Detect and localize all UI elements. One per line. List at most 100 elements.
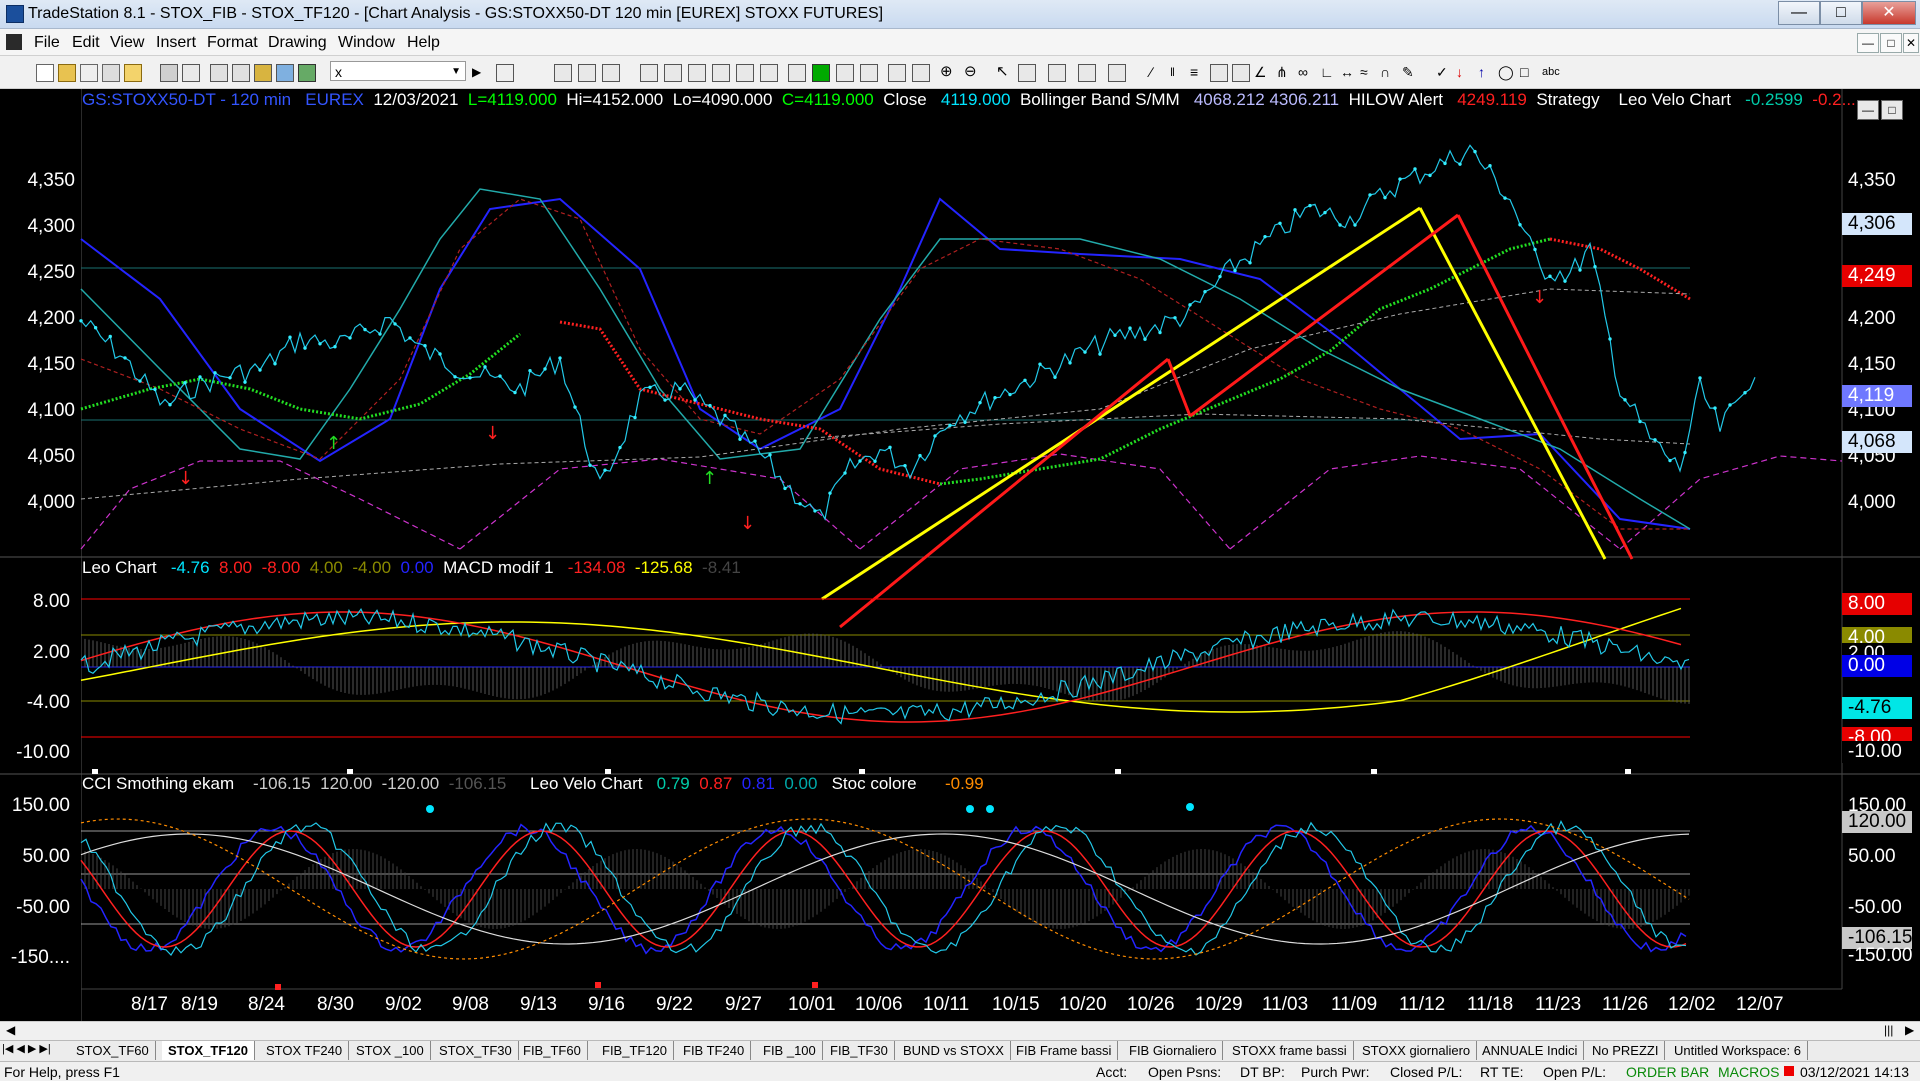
- lock-icon[interactable]: [254, 64, 272, 82]
- settings-icon[interactable]: [1108, 64, 1126, 82]
- arc-icon[interactable]: ∩: [1380, 64, 1396, 80]
- menu-format[interactable]: Format: [207, 34, 258, 52]
- menu-window[interactable]: Window: [338, 34, 395, 52]
- hotlist-icon[interactable]: [664, 64, 682, 82]
- data-window-icon[interactable]: [1078, 64, 1096, 82]
- globe-icon[interactable]: [298, 64, 316, 82]
- doc-close-button[interactable]: ✕: [1903, 33, 1919, 53]
- status-macros[interactable]: MACROS: [1718, 1064, 1779, 1080]
- menu-drawing[interactable]: Drawing: [268, 34, 327, 52]
- grid-icon[interactable]: [860, 64, 878, 82]
- tools-icon-2[interactable]: [1048, 64, 1066, 82]
- close-button[interactable]: ✕: [1862, 1, 1916, 25]
- new-icon[interactable]: [36, 64, 54, 82]
- tab-no-prezzi[interactable]: No PREZZI: [1586, 1041, 1666, 1060]
- tab-stox-tf120[interactable]: STOX_TF120: [162, 1041, 255, 1060]
- horizontal-line-icon[interactable]: ≡: [1190, 64, 1206, 80]
- copy-icon[interactable]: [102, 64, 120, 82]
- print-icon[interactable]: [160, 64, 178, 82]
- tab-fib-frame-bassi[interactable]: FIB Frame bassi: [1010, 1041, 1119, 1060]
- channel-icon[interactable]: [1210, 64, 1228, 82]
- rectangle-icon[interactable]: □: [1520, 64, 1536, 80]
- pane-restore-button[interactable]: □: [1881, 100, 1903, 120]
- folder-icon[interactable]: [124, 64, 142, 82]
- refresh-icon[interactable]: [232, 64, 250, 82]
- pane-minimize-button[interactable]: —: [1857, 100, 1879, 120]
- doc-restore-button[interactable]: □: [1880, 33, 1902, 53]
- menu-edit[interactable]: Edit: [72, 34, 100, 52]
- chart-area[interactable]: ↓ ↓ ↓ ↓ ↑ ↑ GS:STOXX50-DT - 120 min EUREX 12/…: [0, 89, 1920, 1021]
- tab-fib-tf60[interactable]: FIB_TF60: [517, 1041, 588, 1060]
- doc-minimize-button[interactable]: —: [1857, 33, 1879, 53]
- maximize-button[interactable]: □: [1820, 1, 1862, 25]
- speed-line-icon[interactable]: ∞: [1298, 64, 1314, 80]
- pointer-icon[interactable]: ↖: [996, 64, 1012, 80]
- minimize-button[interactable]: —: [1778, 1, 1820, 25]
- gann-icon[interactable]: ∟: [1320, 64, 1336, 80]
- tab-fib-tf120[interactable]: FIB_TF120: [596, 1041, 675, 1060]
- fib-icon[interactable]: [1232, 64, 1250, 82]
- menu-help[interactable]: Help: [407, 34, 440, 52]
- zoom-out-icon[interactable]: ⊖: [964, 64, 980, 80]
- format-icon[interactable]: [210, 64, 228, 82]
- insert-chart-icon[interactable]: [554, 64, 572, 82]
- tools-icon[interactable]: [276, 64, 294, 82]
- up-arrow-icon[interactable]: ↑: [1478, 64, 1494, 80]
- tab-fib-tf30[interactable]: FIB_TF30: [824, 1041, 895, 1060]
- tab-annuale-indici[interactable]: ANNUALE Indici: [1476, 1041, 1585, 1060]
- tab-bund-vs-stoxx[interactable]: BUND vs STOXX: [897, 1041, 1011, 1060]
- bars-icon[interactable]: [836, 64, 854, 82]
- horizontal-arrow-icon[interactable]: ↔: [1340, 64, 1356, 80]
- insert-matrix-icon[interactable]: [602, 64, 620, 82]
- print-preview-icon[interactable]: [182, 64, 200, 82]
- tab-stoxx-giornaliero[interactable]: STOXX giornaliero: [1356, 1041, 1478, 1060]
- vertical-line-icon[interactable]: ‖: [1170, 64, 1186, 80]
- pencil-icon[interactable]: ✎: [1402, 64, 1418, 80]
- tab-nav-icons[interactable]: |◀ ◀ ▶ ▶|: [2, 1042, 51, 1055]
- bar-style-icon[interactable]: [688, 64, 706, 82]
- angle-icon[interactable]: ∠: [1254, 64, 1270, 80]
- cursor-icon[interactable]: [1018, 64, 1036, 82]
- tab-stox-100[interactable]: STOX _100: [350, 1041, 431, 1060]
- open-icon[interactable]: [58, 64, 76, 82]
- check-icon[interactable]: ✓: [1436, 64, 1452, 80]
- tab-stox-tf240[interactable]: STOX TF240: [260, 1041, 350, 1060]
- horizontal-scrollbar[interactable]: ◀ ||| ▶: [0, 1021, 1920, 1040]
- green-chart-icon[interactable]: [812, 64, 830, 82]
- tab-fib-tf240[interactable]: FIB TF240: [677, 1041, 752, 1060]
- menu-view[interactable]: View: [110, 34, 144, 52]
- menu-insert[interactable]: Insert: [156, 34, 196, 52]
- go-arrow-icon[interactable]: ▶: [472, 64, 488, 80]
- alert-icon[interactable]: [760, 64, 778, 82]
- find-icon[interactable]: [496, 64, 514, 82]
- tab-stox-tf30[interactable]: STOX_TF30: [433, 1041, 519, 1060]
- tab-fib-giornaliero[interactable]: FIB Giornaliero: [1123, 1041, 1224, 1060]
- tab-stox-tf60[interactable]: STOX_TF60: [70, 1041, 156, 1060]
- compress-icon[interactable]: [888, 64, 906, 82]
- scanner-icon[interactable]: [640, 64, 658, 82]
- workspace-icon[interactable]: [80, 64, 98, 82]
- strategy-icon[interactable]: [736, 64, 754, 82]
- zoom-in-icon[interactable]: ⊕: [940, 64, 956, 80]
- indicator-icon[interactable]: [712, 64, 730, 82]
- down-arrow-icon[interactable]: ↓: [1456, 64, 1472, 80]
- pitchfork-icon[interactable]: ⋔: [1276, 64, 1292, 80]
- text-icon[interactable]: abc: [1542, 64, 1560, 80]
- chart-canvas[interactable]: ↓ ↓ ↓ ↓ ↑ ↑: [0, 89, 1920, 1021]
- scroll-right-icon[interactable]: ▶: [1905, 1023, 1914, 1037]
- chart-doc-icon[interactable]: [6, 34, 22, 50]
- order-icon[interactable]: [788, 64, 806, 82]
- menu-file[interactable]: File: [34, 34, 60, 52]
- symbol-input[interactable]: x ▼: [330, 61, 466, 81]
- tab-stoxx-frame-bassi[interactable]: STOXX frame bassi: [1226, 1041, 1354, 1060]
- scroll-bars-icon[interactable]: |||: [1884, 1023, 1893, 1037]
- expand-icon[interactable]: [912, 64, 930, 82]
- tab-fib-100[interactable]: FIB _100: [757, 1041, 823, 1060]
- insert-radar-icon[interactable]: [578, 64, 596, 82]
- scroll-left-icon[interactable]: ◀: [6, 1023, 15, 1037]
- tab-untitled-workspace[interactable]: Untitled Workspace: 6: [1668, 1041, 1808, 1060]
- ellipse-icon[interactable]: ◯: [1498, 64, 1514, 80]
- trendline-icon[interactable]: ∕: [1150, 64, 1166, 80]
- status-order-bar[interactable]: ORDER BAR: [1626, 1064, 1709, 1080]
- regression-icon[interactable]: ≈: [1360, 64, 1376, 80]
